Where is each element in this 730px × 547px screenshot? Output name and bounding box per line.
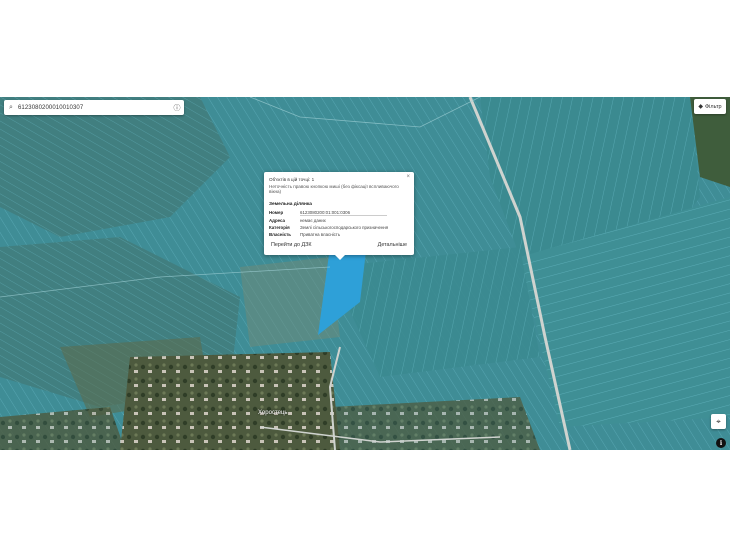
- cadastral-search-box[interactable]: ⌕ 6123080200010010307 ⓘ: [4, 100, 184, 115]
- popup-pointer: [335, 255, 345, 260]
- attr-key: Категорія: [269, 225, 290, 230]
- close-icon[interactable]: ×: [406, 174, 410, 180]
- info-circle-icon[interactable]: ⓘ: [170, 103, 184, 113]
- parcel-attributes: Номер 6123080200:01:001:0306 Адреса нема…: [269, 210, 409, 239]
- popup-links: Перейти до ДЗК Детальніше: [271, 242, 407, 248]
- attr-value: Землі сільськогосподарського призначення: [300, 225, 389, 230]
- locate-button[interactable]: ⌖: [711, 414, 726, 429]
- attr-key: Адреса: [269, 218, 285, 223]
- search-icon[interactable]: ⌕: [4, 104, 18, 112]
- attr-value: Приватна власність: [300, 232, 341, 237]
- filter-label: Фільтр: [704, 103, 722, 110]
- parcel-number: 6123080200:01:001:0306: [300, 210, 387, 216]
- filter-button[interactable]: ◆ Фільтр: [694, 99, 726, 114]
- table-row: Номер 6123080200:01:001:0306: [269, 210, 409, 218]
- search-input[interactable]: 6123080200010010307: [18, 105, 170, 111]
- attr-value: немає даних: [300, 218, 326, 223]
- crosshair-icon: ⌖: [716, 416, 721, 426]
- table-row: Адреса немає даних: [269, 218, 409, 225]
- objects-count: Об'єктів в цій точці: 1: [269, 177, 315, 182]
- attr-key: Номер: [269, 210, 284, 215]
- parcel-info-popup: × Об'єктів в цій точці: 1 Неточність пра…: [264, 172, 414, 260]
- layers-icon: ◆: [698, 104, 703, 110]
- table-row: Власність Приватна власність: [269, 232, 409, 239]
- map-imagery: [0, 97, 730, 450]
- info-icon: i: [719, 439, 723, 447]
- details-link[interactable]: Детальніше: [378, 242, 407, 248]
- attr-key: Власність: [269, 232, 292, 237]
- attribution-info-button[interactable]: i: [716, 438, 726, 448]
- village-label: Хоростець: [258, 410, 288, 416]
- table-row: Категорія Землі сільськогосподарського п…: [269, 225, 409, 232]
- go-to-dzk-link[interactable]: Перейти до ДЗК: [271, 242, 312, 248]
- section-title: Земельна ділянка: [269, 202, 312, 207]
- popup-hint: Неточність правою кнопкою миші (без фікс…: [269, 184, 399, 194]
- satellite-map[interactable]: [0, 97, 730, 450]
